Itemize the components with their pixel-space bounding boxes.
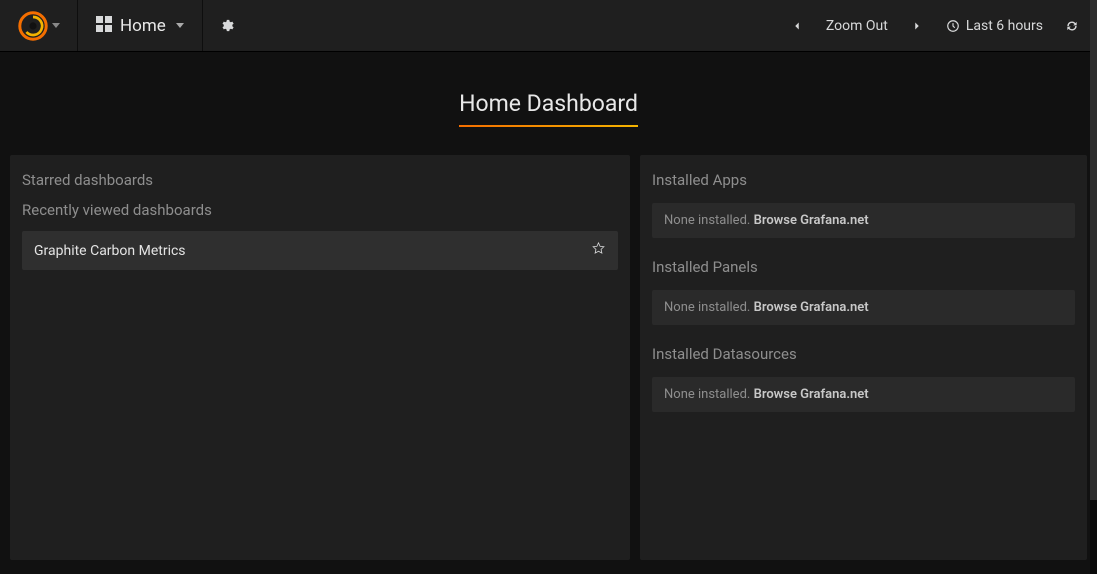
dropdown-caret-icon bbox=[176, 23, 184, 28]
grid-icon bbox=[96, 16, 112, 36]
apps-empty-box: None installed. Browse Grafana.net bbox=[652, 203, 1075, 238]
recent-header: Recently viewed dashboards bbox=[22, 195, 618, 225]
time-range-button[interactable]: Last 6 hours bbox=[936, 0, 1053, 51]
dashboard-list-item[interactable]: Graphite Carbon Metrics bbox=[22, 231, 618, 270]
star-button[interactable] bbox=[591, 241, 606, 260]
top-navbar: Home Zoom Out Last 6 hours bbox=[0, 0, 1097, 52]
dashboard-name: Home bbox=[120, 16, 166, 36]
dashboards-panel: Starred dashboards Recently viewed dashb… bbox=[10, 155, 630, 560]
settings-button[interactable] bbox=[203, 0, 250, 51]
time-range-label: Last 6 hours bbox=[966, 18, 1043, 34]
time-back-button[interactable] bbox=[782, 0, 812, 51]
scrollbar[interactable] bbox=[1090, 0, 1097, 574]
gear-icon bbox=[219, 18, 234, 33]
datasources-none-text: None installed. bbox=[664, 387, 754, 402]
zoom-out-label: Zoom Out bbox=[826, 18, 888, 34]
grafana-logo[interactable] bbox=[0, 0, 78, 51]
dashboard-item-name: Graphite Carbon Metrics bbox=[34, 243, 591, 259]
apps-browse-link[interactable]: Browse Grafana.net bbox=[754, 213, 869, 228]
navbar-right: Zoom Out Last 6 hours bbox=[782, 0, 1097, 51]
refresh-icon bbox=[1065, 19, 1079, 33]
logo-caret-icon bbox=[52, 23, 60, 28]
chevron-right-icon bbox=[910, 19, 924, 33]
datasources-browse-link[interactable]: Browse Grafana.net bbox=[754, 387, 869, 402]
apps-none-text: None installed. bbox=[664, 213, 754, 228]
dashboard-picker[interactable]: Home bbox=[78, 0, 203, 51]
clock-icon bbox=[946, 19, 960, 33]
panels-none-text: None installed. bbox=[664, 300, 754, 315]
chevron-left-icon bbox=[790, 19, 804, 33]
panels-empty-box: None installed. Browse Grafana.net bbox=[652, 290, 1075, 325]
zoom-out-button[interactable]: Zoom Out bbox=[816, 0, 898, 51]
plugins-panel: Installed Apps None installed. Browse Gr… bbox=[640, 155, 1087, 560]
scrollbar-thumb[interactable] bbox=[1090, 0, 1097, 500]
installed-datasources-header: Installed Datasources bbox=[652, 339, 1075, 369]
installed-apps-header: Installed Apps bbox=[652, 165, 1075, 195]
time-forward-button[interactable] bbox=[902, 0, 932, 51]
installed-panels-header: Installed Panels bbox=[652, 252, 1075, 282]
starred-header: Starred dashboards bbox=[22, 165, 618, 195]
datasources-empty-box: None installed. Browse Grafana.net bbox=[652, 377, 1075, 412]
star-icon bbox=[591, 241, 606, 256]
refresh-button[interactable] bbox=[1057, 0, 1087, 51]
panels-browse-link[interactable]: Browse Grafana.net bbox=[754, 300, 869, 315]
page-title: Home Dashboard bbox=[459, 90, 638, 127]
